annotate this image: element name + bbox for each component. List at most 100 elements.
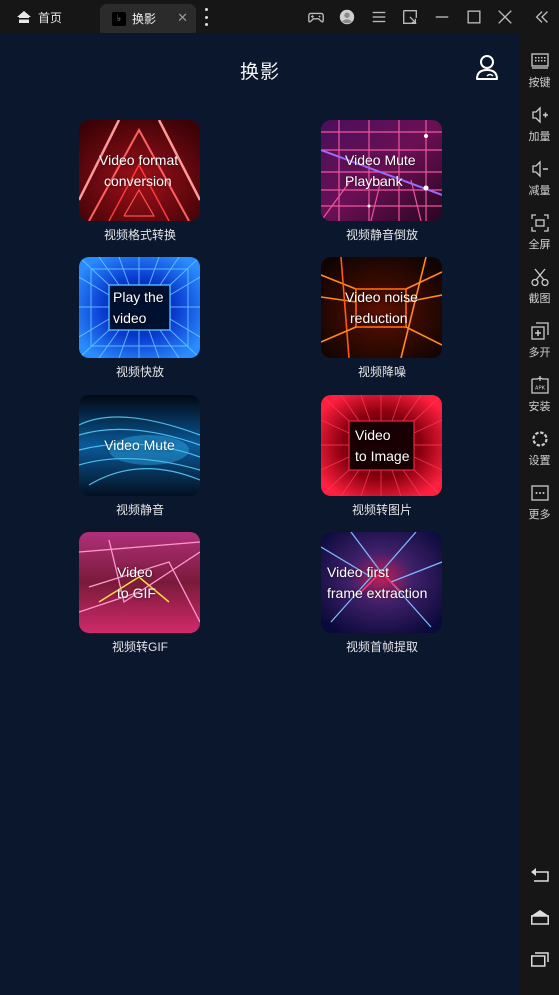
sidebar-label: 按键	[528, 77, 551, 89]
thumbnail-line: reduction	[350, 309, 408, 326]
home-icon	[530, 910, 549, 925]
tab-app-label: 换影	[132, 12, 157, 26]
tool-label: 视频降噪	[357, 365, 406, 379]
tool-card-noise-reduction[interactable]: Video noise reduction 视频降噪	[321, 257, 443, 380]
multi-instance-icon	[530, 322, 549, 340]
nav-home-button[interactable]	[520, 908, 559, 926]
thumbnail-line: Play the	[113, 288, 164, 305]
thumbnail-line: video	[113, 309, 147, 326]
thumbnail-line: Video	[117, 563, 153, 580]
menu-icon[interactable]	[368, 6, 390, 28]
thumbnail-text: Video to Image	[321, 395, 442, 496]
app-screen: 换影 Video format conversion 视频格式转换 Video …	[0, 33, 520, 995]
thumbnail-text: Video first frame extraction	[321, 532, 442, 633]
thumbnail-text: Video format conversion	[79, 120, 200, 221]
recent-apps-icon	[530, 952, 549, 967]
sidebar-label: 安装	[528, 401, 551, 413]
scissors-icon	[530, 268, 549, 287]
tab-close-icon[interactable]: ✕	[177, 10, 188, 26]
tool-thumbnail: Video Mute Playbank	[321, 120, 442, 221]
tool-thumbnail: Video first frame extraction	[321, 532, 442, 633]
tool-label: 视频快放	[115, 365, 164, 379]
tool-card-fast-play[interactable]: Play the video 视频快放	[79, 257, 201, 380]
sidebar-item-fullscreen[interactable]: 全屏	[520, 213, 559, 252]
sidebar-label: 减量	[528, 185, 551, 197]
tool-thumbnail: Video Mute	[79, 395, 200, 496]
thumbnail-text: Video to GIF	[79, 532, 200, 633]
nav-recent-button[interactable]	[520, 950, 559, 968]
tab-menu-button[interactable]	[203, 8, 209, 26]
thumbnail-text: Video Mute Playbank	[321, 120, 442, 221]
thumbnail-text: Video Mute	[79, 395, 200, 496]
thumbnail-line: Video first	[327, 563, 389, 580]
tool-card-to-image[interactable]: Video to Image 视频转图片	[321, 395, 443, 518]
tool-label: 视频转图片	[351, 503, 412, 517]
thumbnail-line: Video Mute	[345, 151, 416, 168]
window-titlebar: 首页 ♭ 换影 ✕	[0, 0, 559, 33]
more-icon	[530, 485, 549, 501]
tab-home-label: 首页	[38, 10, 63, 25]
sidebar-item-more[interactable]: 更多	[520, 483, 559, 522]
tool-card-to-gif[interactable]: Video to GIF 视频转GIF	[79, 532, 201, 655]
tool-thumbnail: Video noise reduction	[321, 257, 442, 358]
svg-text:APK: APK	[535, 386, 546, 392]
sidebar-label: 全屏	[528, 239, 551, 251]
tab-home[interactable]: 首页	[16, 7, 62, 27]
close-window-icon[interactable]	[494, 6, 516, 28]
tool-label: 视频静音倒放	[345, 228, 418, 242]
thumbnail-line: Playbank	[345, 172, 403, 189]
tool-card-first-frame[interactable]: Video first frame extraction 视频首帧提取	[321, 532, 443, 655]
tool-thumbnail: Video to Image	[321, 395, 442, 496]
tool-thumbnail: Video to GIF	[79, 532, 200, 633]
account-icon[interactable]	[336, 6, 358, 28]
tool-card-mute-reverse[interactable]: Video Mute Playbank 视频静音倒放	[321, 120, 443, 243]
volume-up-icon	[531, 106, 548, 124]
gamepad-icon[interactable]	[305, 6, 327, 28]
tool-thumbnail: Play the video	[79, 257, 200, 358]
thumbnail-line: to Image	[355, 447, 410, 464]
tab-app[interactable]: ♭ 换影 ✕	[100, 4, 196, 33]
tool-label: 视频静音	[115, 503, 164, 517]
sidebar-item-install-apk[interactable]: APK 安装	[520, 375, 559, 414]
sidebar-item-volume-up[interactable]: 加量	[520, 105, 559, 144]
sidebar-label: 加量	[528, 131, 551, 143]
minimize-icon[interactable]	[431, 6, 453, 28]
nav-back-button[interactable]	[520, 866, 559, 884]
window-controls	[305, 6, 553, 28]
sidebar-label: 多开	[528, 347, 551, 359]
user-icon[interactable]	[474, 53, 500, 83]
fullscreen-icon	[530, 214, 549, 232]
thumbnail-line: Video noise	[345, 288, 418, 305]
sidebar-item-screenshot[interactable]: 截图	[520, 267, 559, 306]
screen-record-icon[interactable]	[399, 6, 421, 28]
sidebar-item-keymap[interactable]: 按键	[520, 51, 559, 90]
sidebar-label: 更多	[528, 509, 551, 521]
settings-icon	[531, 431, 548, 447]
thumbnail-line: to GIF	[117, 584, 156, 601]
page-title: 换影	[239, 62, 280, 83]
maximize-icon[interactable]	[463, 6, 485, 28]
sidebar-label: 设置	[528, 455, 551, 467]
app-logo-icon: ♭	[112, 11, 126, 26]
thumbnail-line: Video format	[99, 151, 179, 168]
thumbnail-line: frame extraction	[327, 584, 428, 601]
tool-label: 视频转GIF	[112, 640, 168, 654]
sidebar-item-multi-instance[interactable]: 多开	[520, 321, 559, 360]
thumbnail-text: Video noise reduction	[321, 257, 442, 358]
back-icon	[530, 868, 549, 882]
tool-label: 视频格式转换	[103, 228, 176, 242]
tool-thumbnail: Video format conversion	[79, 120, 200, 221]
collapse-sidebar-icon[interactable]	[531, 6, 553, 28]
emulator-sidebar: 按键 加量 减量 全屏 截图 多开 APK 安装 设置 更多	[520, 33, 559, 995]
thumbnail-text: Play the video	[79, 257, 200, 358]
volume-down-icon	[531, 160, 548, 178]
thumbnail-line: conversion	[104, 172, 172, 189]
keyboard-icon	[530, 53, 549, 69]
tool-card-mute[interactable]: Video Mute 视频静音	[79, 395, 201, 518]
tool-card-format-conversion[interactable]: Video format conversion 视频格式转换	[79, 120, 201, 243]
sidebar-item-volume-down[interactable]: 减量	[520, 159, 559, 198]
sidebar-label: 截图	[528, 293, 551, 305]
sidebar-item-settings[interactable]: 设置	[520, 429, 559, 468]
home-icon	[17, 11, 31, 23]
tool-label: 视频首帧提取	[345, 640, 418, 654]
